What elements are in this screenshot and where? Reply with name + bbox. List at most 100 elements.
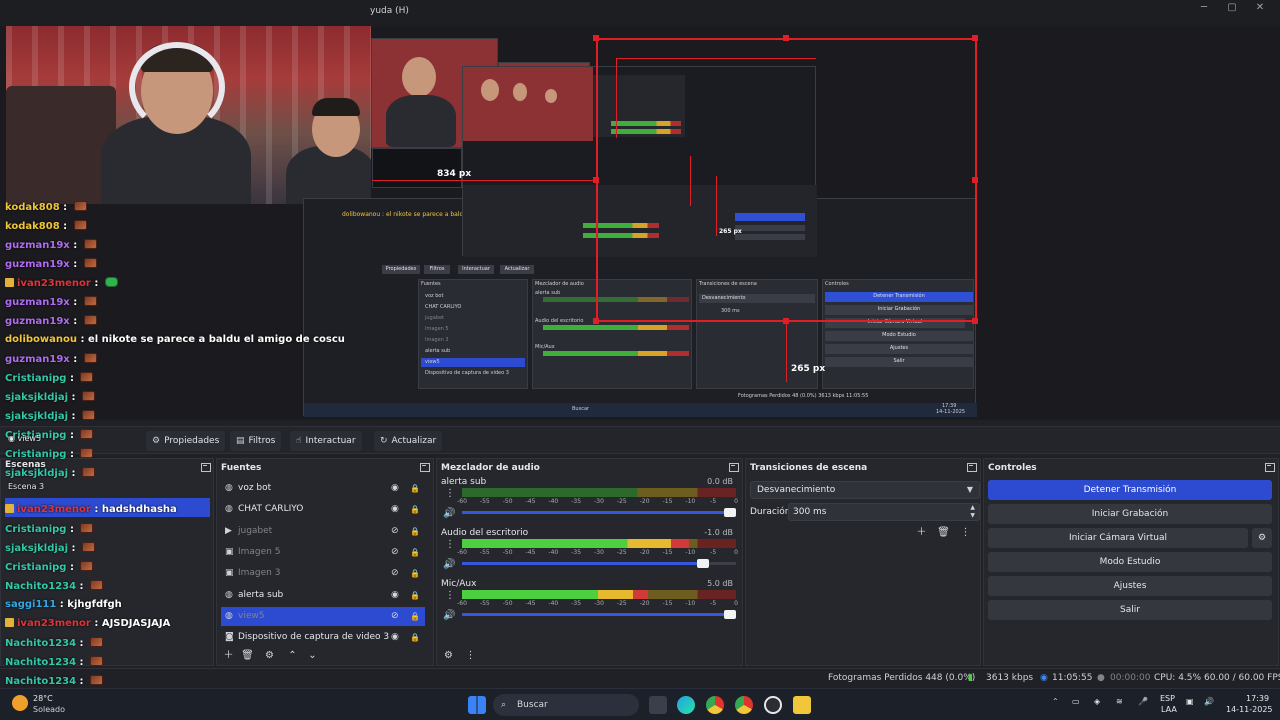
eye-off-icon[interactable]: ⊘	[391, 564, 399, 583]
clock-time[interactable]: 17:39	[1246, 694, 1269, 703]
resize-handle[interactable]	[593, 318, 599, 324]
chat-text: hadshdhasha	[101, 504, 177, 515]
chat-text: kjhgfdfgh	[67, 599, 122, 610]
chat-message: Cristianipg :	[5, 523, 94, 535]
obs-window: { "window": { "menu_fragment": "yuda (H)…	[0, 0, 1280, 720]
chrome-icon[interactable]	[706, 696, 724, 714]
volume-icon[interactable]: 🔊	[443, 508, 455, 519]
resize-handle[interactable]	[972, 318, 978, 324]
chevron-up-icon[interactable]: ⌃	[1052, 697, 1059, 706]
volume-slider[interactable]	[462, 559, 736, 568]
virtual-camera-button[interactable]: Iniciar Cámara Virtual	[988, 528, 1248, 548]
chat-message: ivan23menor : hadshdhasha	[5, 504, 177, 515]
tray-icon[interactable]: ◈	[1094, 697, 1100, 706]
move-down-icon[interactable]: ⌄	[305, 648, 320, 663]
resize-handle[interactable]	[783, 318, 789, 324]
volume-icon[interactable]: 🔊	[1204, 697, 1214, 706]
stop-stream-button[interactable]: Detener Transmisión	[988, 480, 1272, 500]
lock-icon[interactable]: 🔒	[410, 628, 420, 647]
volume-slider[interactable]	[462, 610, 736, 619]
lock-icon[interactable]: 🔒	[410, 607, 420, 626]
undock-icon[interactable]	[729, 463, 739, 472]
chat-username: guzman19x	[5, 297, 70, 308]
transition-select[interactable]: Desvanecimiento ▼	[750, 481, 980, 499]
settings-button[interactable]: Ajustes	[988, 576, 1272, 596]
add-transition-icon[interactable]: ＋	[914, 525, 929, 540]
channel-menu-icon[interactable]: ⋮	[445, 590, 455, 601]
scale-tick: -55	[479, 600, 490, 607]
slider-knob[interactable]	[724, 508, 736, 517]
resize-handle[interactable]	[783, 35, 789, 41]
mixer-settings-icon[interactable]: ⚙	[441, 648, 456, 663]
task-view-icon[interactable]	[649, 696, 667, 714]
slider-knob[interactable]	[724, 610, 736, 619]
eye-icon[interactable]: ◉	[391, 500, 399, 519]
eye-off-icon[interactable]: ⊘	[391, 543, 399, 562]
delete-transition-icon[interactable]: 🗑	[936, 525, 951, 540]
slider-knob[interactable]	[696, 559, 709, 568]
close-icon[interactable]: ✕	[1250, 2, 1270, 16]
network-icon[interactable]: ≋	[1116, 697, 1123, 706]
start-recording-button[interactable]: Iniciar Grabación	[988, 504, 1272, 524]
duration-input[interactable]: 300 ms ▲ ▼	[788, 503, 980, 521]
scale-tick: -35	[571, 498, 582, 505]
lock-icon[interactable]: 🔒	[410, 522, 420, 541]
resize-handle[interactable]	[593, 35, 599, 41]
chat-message: dolibowanou : el nikote se parece a bald…	[5, 334, 345, 345]
lock-icon[interactable]: 🔒	[410, 564, 420, 583]
exit-button[interactable]: Salir	[988, 600, 1272, 620]
maximize-icon[interactable]: ▢	[1222, 2, 1242, 16]
eye-icon[interactable]: ◉	[391, 628, 399, 647]
undock-icon[interactable]	[1265, 463, 1275, 472]
virtual-camera-settings-icon[interactable]: ⚙	[1252, 528, 1272, 548]
display-icon[interactable]: ▣	[1186, 697, 1194, 706]
lock-icon[interactable]: 🔒	[410, 586, 420, 605]
duration-label: Duración	[750, 507, 791, 517]
scene-item-view5[interactable]: ◉ view5	[8, 434, 41, 443]
mixer-menu-icon[interactable]: ⋮	[463, 648, 478, 663]
mixer-channel: Mic/Aux 5.0 dB ⋮ -60 -55 -50 -45 -40 -35 -30 -25 -2…	[441, 579, 738, 629]
lock-icon[interactable]: 🔒	[410, 500, 420, 519]
lock-icon[interactable]: 🔒	[410, 543, 420, 562]
undock-icon[interactable]	[967, 463, 977, 472]
studio-mode-button[interactable]: Modo Estudio	[988, 552, 1272, 572]
channel-menu-icon[interactable]: ⋮	[445, 539, 455, 550]
eye-icon[interactable]: ◉	[391, 479, 399, 498]
emote-icon	[83, 239, 97, 249]
volume-icon[interactable]: 🔊	[443, 610, 455, 621]
tray-icon[interactable]: ▭	[1072, 697, 1080, 706]
channel-menu-icon[interactable]: ⋮	[445, 488, 455, 499]
microphone-icon[interactable]: 🎤	[1138, 697, 1148, 706]
refresh-button[interactable]: ↻ Actualizar	[374, 431, 443, 451]
scale-tick: -50	[502, 600, 513, 607]
file-explorer-icon[interactable]	[793, 696, 811, 714]
eye-off-icon[interactable]: ⊘	[391, 607, 399, 626]
emote-icon	[90, 656, 104, 666]
eye-off-icon[interactable]: ⊘	[391, 522, 399, 541]
volume-icon[interactable]: 🔊	[443, 559, 455, 570]
scene-item-3[interactable]: Escena 3	[8, 482, 44, 491]
interact-button[interactable]: ☝ Interactuar	[290, 431, 362, 451]
taskbar-search[interactable]: ⌕ Buscar	[493, 694, 639, 716]
language-indicator[interactable]: ESP	[1160, 694, 1175, 703]
lock-icon[interactable]: 🔒	[410, 479, 420, 498]
resize-handle[interactable]	[972, 35, 978, 41]
volume-slider[interactable]	[462, 508, 736, 517]
resize-handle[interactable]	[972, 177, 978, 183]
spinner-icon[interactable]: ▲ ▼	[970, 504, 975, 520]
chat-username: dolibowanou	[5, 334, 78, 345]
menu-help[interactable]: yuda (H)	[370, 6, 409, 16]
obs-icon[interactable]	[764, 696, 782, 714]
scale-tick: -20	[639, 549, 650, 556]
transition-menu-icon[interactable]: ⋮	[958, 525, 973, 540]
record-icon: ●	[1097, 673, 1105, 683]
edge-icon[interactable]	[677, 696, 695, 714]
mixer-channel: alerta sub 0.0 dB ⋮ -60 -55 -50 -45 -40 -35 -30 -2…	[441, 477, 738, 527]
chrome-icon[interactable]	[735, 696, 753, 714]
resize-handle[interactable]	[593, 177, 599, 183]
minimize-icon[interactable]: ─	[1194, 2, 1214, 16]
windows-start-icon[interactable]	[468, 696, 486, 714]
clock-date[interactable]: 14-11-2025	[1226, 705, 1273, 714]
eye-icon[interactable]: ◉	[391, 586, 399, 605]
undock-icon[interactable]	[420, 463, 430, 472]
